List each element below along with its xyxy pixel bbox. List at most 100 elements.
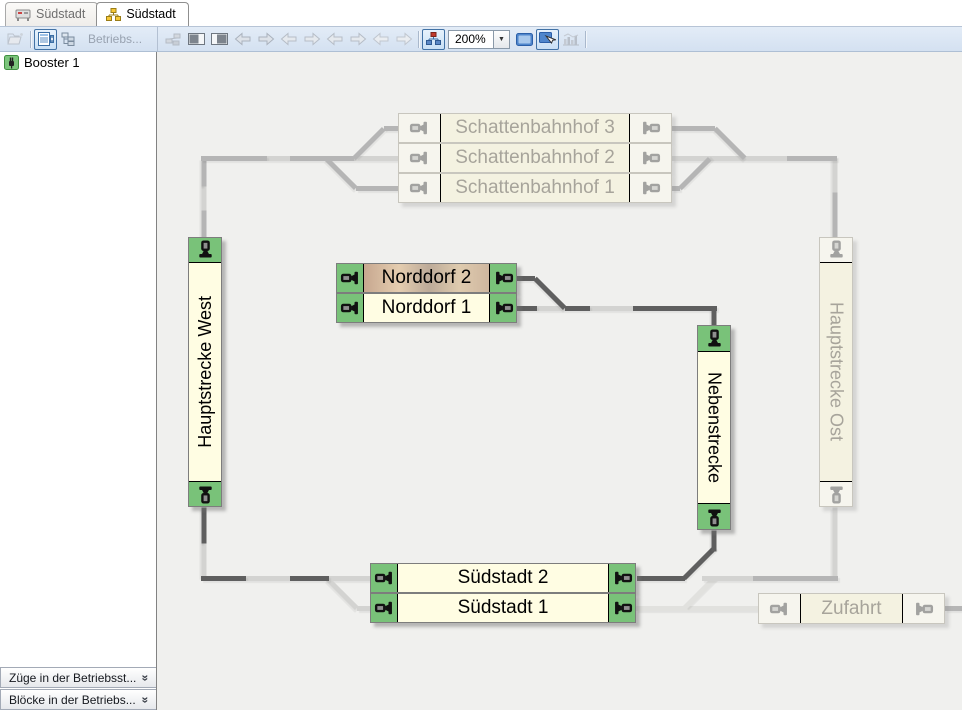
brake-marker-icon: [409, 120, 430, 136]
track-segment: [753, 576, 838, 581]
block-schattenbahnhof-1[interactable]: Schattenbahnhof 1: [398, 173, 672, 203]
booster-label: Booster 1: [24, 55, 80, 70]
sidebar-item-booster[interactable]: Booster 1: [0, 52, 156, 73]
block-entry-marker: [337, 264, 364, 292]
tree-view-button[interactable]: [57, 29, 80, 50]
nav-left-button[interactable]: [231, 29, 254, 50]
sidebar-empty-area: [0, 73, 156, 666]
track-segment: [356, 186, 398, 191]
block-label: Zufahrt: [801, 594, 902, 623]
track-segment: [637, 576, 685, 581]
track-segment: [357, 606, 370, 611]
block-exit-marker: [608, 594, 635, 622]
block-entry-marker: [371, 594, 398, 622]
block-exit-marker: [698, 503, 730, 529]
track-segment: [202, 508, 207, 544]
block-hauptstrecke-ost[interactable]: Hauptstrecke Ost: [819, 237, 853, 507]
dispatcher-diagram-canvas[interactable]: Schattenbahnhof 3Schattenbahnhof 2Schatt…: [157, 52, 962, 710]
panel-label: Blöcke in der Betriebs...: [9, 693, 136, 707]
block-zufahrt[interactable]: Zufahrt: [758, 593, 945, 624]
track-segment: [833, 508, 838, 579]
block-exit-marker: [489, 294, 516, 322]
tab-dispatcher-suedstadt[interactable]: Südstadt: [96, 2, 188, 26]
block-entry-marker: [820, 238, 852, 263]
block-exit-marker: [629, 174, 671, 202]
prev-train-button[interactable]: [277, 29, 300, 50]
brake-marker-icon: [913, 601, 934, 617]
half-left-view-button[interactable]: [185, 29, 208, 50]
block-suedstadt-2[interactable]: Südstadt 2: [370, 563, 636, 593]
block-suedstadt-1[interactable]: Südstadt 1: [370, 593, 636, 623]
track-segment: [267, 156, 290, 161]
edit-pointer-button[interactable]: [536, 29, 559, 50]
brake-marker-icon: [493, 270, 514, 286]
track-segment: [533, 277, 566, 310]
brake-marker-icon: [493, 300, 514, 316]
track-segment: [833, 193, 838, 238]
track-segment: [745, 156, 787, 161]
open-folder-button[interactable]: [4, 29, 27, 50]
track-segment: [678, 157, 711, 190]
prev-route-button[interactable]: [369, 29, 392, 50]
panel-zuege-in-betriebsstelle[interactable]: Züge in der Betriebsst... »: [0, 667, 156, 688]
zoom-dropdown-button[interactable]: ▼: [494, 30, 510, 49]
block-exit-marker: [902, 594, 944, 623]
track-segment: [201, 156, 267, 161]
next-train-button[interactable]: [300, 29, 323, 50]
brake-marker-icon: [640, 150, 661, 166]
track-segment: [201, 576, 246, 581]
next-block-button[interactable]: [346, 29, 369, 50]
track-segment: [325, 577, 358, 610]
brake-marker-icon: [340, 270, 361, 286]
betriebs-label: Betriebs...: [88, 32, 142, 46]
block-label: Hauptstrecke Ost: [820, 263, 852, 481]
block-exit-marker: [189, 481, 221, 506]
network-view-button[interactable]: [422, 29, 445, 50]
block-label: Schattenbahnhof 2: [441, 144, 629, 172]
block-nebenstrecke[interactable]: Nebenstrecke: [697, 325, 731, 530]
block-norddorf-2[interactable]: Norddorf 2: [336, 263, 517, 293]
track-segment: [633, 306, 717, 311]
block-hauptstrecke-west[interactable]: Hauptstrecke West: [188, 237, 222, 507]
brake-marker-icon: [706, 328, 722, 349]
block-entry-marker: [399, 174, 441, 202]
prev-block-button[interactable]: [323, 29, 346, 50]
switchboard-icon: [15, 8, 31, 21]
nav-right-button[interactable]: [254, 29, 277, 50]
brake-marker-icon: [197, 240, 213, 261]
track-segment: [712, 531, 717, 552]
block-norddorf-1[interactable]: Norddorf 1: [336, 293, 517, 323]
brake-marker-icon: [409, 150, 430, 166]
brake-marker-icon: [828, 484, 844, 505]
track-segment: [290, 156, 354, 161]
block-label: Hauptstrecke West: [189, 263, 221, 481]
block-schattenbahnhof-3[interactable]: Schattenbahnhof 3: [398, 113, 672, 143]
block-entry-marker: [399, 114, 441, 142]
toolbar-separator: [30, 31, 31, 48]
block-exit-marker: [629, 114, 671, 142]
explorer-sidebar: Booster 1 Züge in der Betriebsst... » Bl…: [0, 52, 157, 710]
tab-switchboard-suedstadt[interactable]: Südstadt: [5, 2, 98, 26]
switch-mode-button[interactable]: [162, 29, 185, 50]
block-label: Nebenstrecke: [698, 352, 730, 503]
tab-label: Südstadt: [36, 7, 85, 21]
block-schattenbahnhof-2[interactable]: Schattenbahnhof 2: [398, 143, 672, 173]
panel-bloecke-in-betriebsstelle[interactable]: Blöcke in der Betriebs... »: [0, 689, 156, 710]
collapse-chevron-icon: »: [139, 696, 153, 703]
brake-marker-icon: [828, 240, 844, 261]
hierarchy-icon: [106, 8, 121, 21]
block-entry-marker: [189, 238, 221, 263]
window-view-button[interactable]: [513, 29, 536, 50]
track-segment: [713, 127, 746, 160]
half-right-view-button[interactable]: [208, 29, 231, 50]
track-segment: [384, 126, 398, 131]
statistics-button[interactable]: [559, 29, 582, 50]
details-view-button[interactable]: [34, 29, 57, 50]
explorer-toolbar: Betriebs...: [0, 27, 157, 51]
brake-marker-icon: [640, 120, 661, 136]
block-label: Südstadt 1: [398, 594, 608, 622]
block-exit-marker: [489, 264, 516, 292]
zoom-value-field[interactable]: 200%: [448, 30, 494, 49]
brake-marker-icon: [340, 300, 361, 316]
next-route-button[interactable]: [392, 29, 415, 50]
